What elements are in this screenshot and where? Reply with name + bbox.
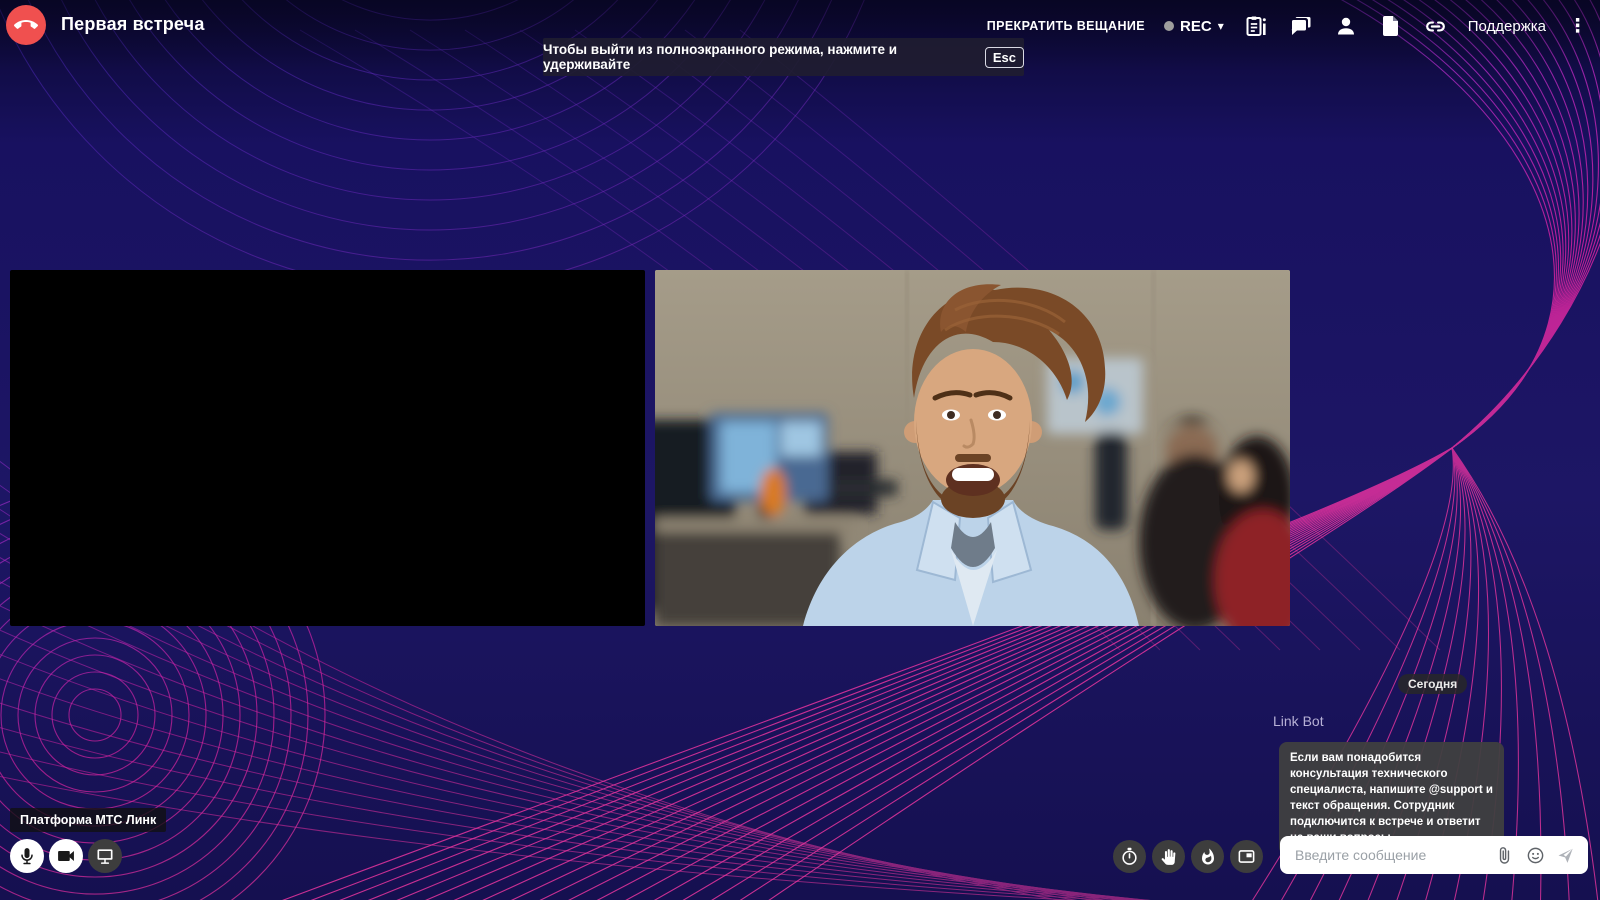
timer-button[interactable] (1113, 840, 1146, 873)
stopwatch-icon (1120, 847, 1139, 866)
speaker-video-photo (655, 270, 1290, 626)
microphone-icon (17, 846, 37, 866)
chat-bubbles-icon (1289, 14, 1313, 38)
toast-text: Чтобы выйти из полноэкранного режима, на… (543, 42, 975, 72)
platform-watermark: Платформа МТС Линк (10, 808, 166, 832)
participants-button[interactable] (1333, 13, 1359, 39)
agenda-button[interactable] (1243, 13, 1269, 39)
clipboard-notes-icon (1244, 14, 1268, 38)
rec-dot-icon (1164, 21, 1174, 31)
emoji-button[interactable] (1525, 845, 1545, 865)
hot-reaction-button[interactable] (1191, 840, 1224, 873)
chevron-down-icon: ▾ (1218, 20, 1224, 32)
header-toolbar: ПРЕКРАТИТЬ ВЕЩАНИЕ REC ▾ (987, 0, 1590, 52)
screen-share-button[interactable] (88, 839, 122, 873)
fullscreen-toast: Чтобы выйти из полноэкранного режима, на… (543, 38, 1024, 76)
flame-icon (1199, 848, 1217, 866)
more-menu-button[interactable]: ⋮ (1565, 15, 1590, 38)
picture-in-picture-icon (1237, 847, 1256, 866)
chat-message-input[interactable] (1293, 846, 1483, 864)
chat-sender-name: Link Bot (1273, 713, 1324, 729)
media-controls (10, 839, 122, 873)
document-icon (1379, 14, 1403, 38)
video-tile-speaker[interactable] (655, 270, 1290, 626)
send-message-button[interactable] (1556, 845, 1576, 865)
support-button[interactable]: Поддержка (1468, 18, 1546, 35)
smiley-icon (1526, 846, 1545, 865)
hangup-phone-icon (14, 13, 38, 37)
camera-icon (56, 846, 76, 866)
copy-link-button[interactable] (1423, 13, 1449, 39)
reaction-controls (1113, 840, 1263, 873)
rec-label: REC (1180, 18, 1212, 35)
stop-broadcast-button[interactable]: ПРЕКРАТИТЬ ВЕЩАНИЕ (987, 19, 1145, 33)
send-icon (1556, 845, 1576, 865)
files-button[interactable] (1378, 13, 1404, 39)
chat-button[interactable] (1288, 13, 1314, 39)
attach-file-button[interactable] (1494, 845, 1514, 865)
pip-button[interactable] (1230, 840, 1263, 873)
hangup-button[interactable] (6, 5, 46, 45)
monitor-icon (95, 846, 115, 866)
raised-hand-icon (1160, 848, 1178, 866)
meeting-title: Первая встреча (61, 14, 205, 35)
chat-date-badge: Сегодня (1398, 674, 1467, 694)
video-tile-screen-share[interactable] (10, 270, 645, 626)
paperclip-icon (1495, 846, 1514, 865)
rec-dropdown[interactable]: REC ▾ (1164, 18, 1224, 35)
chat-input-bar (1280, 836, 1588, 874)
microphone-button[interactable] (10, 839, 44, 873)
camera-button[interactable] (49, 839, 83, 873)
person-icon (1334, 14, 1358, 38)
raise-hand-button[interactable] (1152, 840, 1185, 873)
link-icon (1423, 14, 1448, 39)
esc-key-badge: Esc (985, 47, 1024, 68)
